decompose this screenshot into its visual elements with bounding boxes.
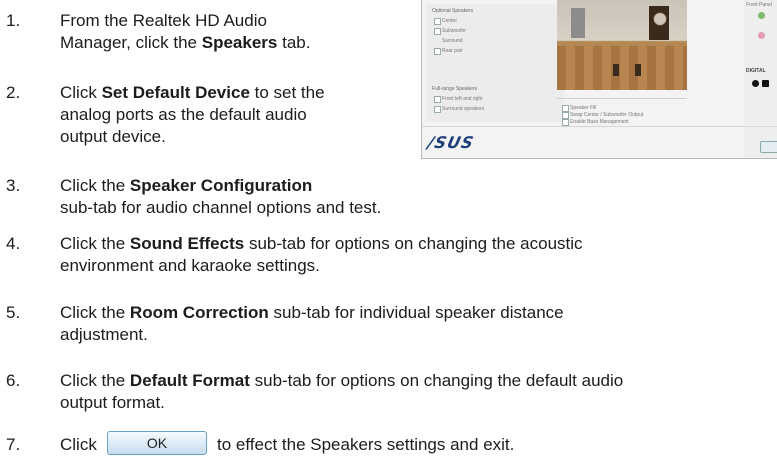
step-line: output device. <box>60 127 166 146</box>
green-jack-icon[interactable] <box>758 12 765 19</box>
step-text: Click the Default Format sub-tab for opt… <box>60 370 623 414</box>
step-line: analog ports as the default audio <box>60 105 307 124</box>
rear-pair-label: Rear pair <box>442 48 463 54</box>
ui-term: Speaker Configuration <box>129 176 313 195</box>
step-7-after-text: to effect the Speakers settings and exit… <box>217 435 515 454</box>
front-panel-label: Front Panel <box>746 2 772 8</box>
digital-label: DIGITAL <box>746 68 766 74</box>
bass-management-label: Enable Bass Management <box>570 119 629 125</box>
speaker-cone-icon <box>653 12 667 26</box>
optical-jack-icon[interactable] <box>762 80 769 87</box>
center-label: Center <box>442 18 458 24</box>
surround-label: Surround <box>442 38 463 44</box>
step-line: Click Set Default Device to set the <box>60 83 325 102</box>
step-line: Click the Sound Effects sub-tab for opti… <box>60 234 583 253</box>
step-line: Click the Room Correction sub-tab for in… <box>60 303 564 322</box>
pink-jack-icon[interactable] <box>758 32 765 39</box>
step-line: Manager, click the Speakers tab. <box>60 33 311 52</box>
step-number: 4. <box>6 234 21 253</box>
center-checkbox[interactable] <box>434 18 441 25</box>
left-speaker-icon[interactable] <box>571 8 585 38</box>
jack-status-pane: Front Panel DIGITAL <box>744 0 777 158</box>
step-line: output format. <box>60 393 165 412</box>
step-line: Click the Speaker Configuration <box>60 176 313 195</box>
room-floor <box>557 46 687 90</box>
swap-center-label: Swap Center / Subwoofer Output <box>570 112 644 118</box>
ui-term: Speakers <box>201 33 278 52</box>
speaker-fill-checkbox[interactable] <box>562 105 569 112</box>
step-number: 3. <box>6 176 21 195</box>
step-text: From the Realtek HD Audio Manager, click … <box>60 10 310 54</box>
step-line: environment and karaoke settings. <box>60 256 320 275</box>
step-7-click-text: Click <box>60 435 97 454</box>
front-lr-label: Front left and right <box>442 96 483 102</box>
step-text: Click the Room Correction sub-tab for in… <box>60 302 564 346</box>
step-number: 7. <box>6 435 21 454</box>
step-line: sub-tab for audio channel options and te… <box>60 198 382 217</box>
full-range-label: Full-range Speakers <box>432 86 478 92</box>
bottom-separator <box>422 126 777 127</box>
surround-speakers-checkbox[interactable] <box>434 106 441 113</box>
rear-right-speaker-icon[interactable] <box>635 64 641 76</box>
subwoofer-label: Subwoofer <box>442 28 466 34</box>
subwoofer-checkbox[interactable] <box>434 28 441 35</box>
rear-pair-checkbox[interactable] <box>434 48 441 55</box>
step-line: adjustment. <box>60 325 148 344</box>
speaker-room-illustration <box>557 0 687 90</box>
step-text: Click the Speaker Configuration sub-tab f… <box>60 175 381 219</box>
step-text: Click Set Default Device to set the analo… <box>60 82 325 148</box>
ui-term: Room Correction <box>129 303 269 322</box>
speaker-fill-label: Speaker Fill <box>570 105 597 111</box>
digital-jack-icon[interactable] <box>752 80 759 87</box>
speaker-options-pane: Optional Speakers Center Subwoofer Surro… <box>426 4 564 122</box>
panel-divider <box>557 98 687 99</box>
step-text: Click the Sound Effects sub-tab for opti… <box>60 233 583 277</box>
step-line: From the Realtek HD Audio <box>60 11 267 30</box>
step-number: 1. <box>6 11 21 30</box>
asus-logo: /SUS <box>425 133 476 152</box>
optional-speakers-label: Optional Speakers <box>432 8 474 14</box>
ok-button[interactable]: OK <box>107 431 207 455</box>
bass-management-checkbox[interactable] <box>562 119 569 126</box>
dialog-ok-button[interactable] <box>760 141 777 153</box>
surround-speakers-label: Surround speakers <box>442 106 485 112</box>
ui-term: Sound Effects <box>129 234 245 253</box>
step-number: 6. <box>6 371 21 390</box>
ui-term: Default Format <box>129 371 250 390</box>
swap-center-checkbox[interactable] <box>562 112 569 119</box>
realtek-screenshot: Optional Speakers Center Subwoofer Surro… <box>421 0 777 159</box>
rear-left-speaker-icon[interactable] <box>613 64 619 76</box>
step-number: 5. <box>6 303 21 322</box>
step-line: Click the Default Format sub-tab for opt… <box>60 371 624 390</box>
step-number: 2. <box>6 83 21 102</box>
ui-term: Set Default Device <box>101 83 250 102</box>
front-lr-checkbox[interactable] <box>434 96 441 103</box>
